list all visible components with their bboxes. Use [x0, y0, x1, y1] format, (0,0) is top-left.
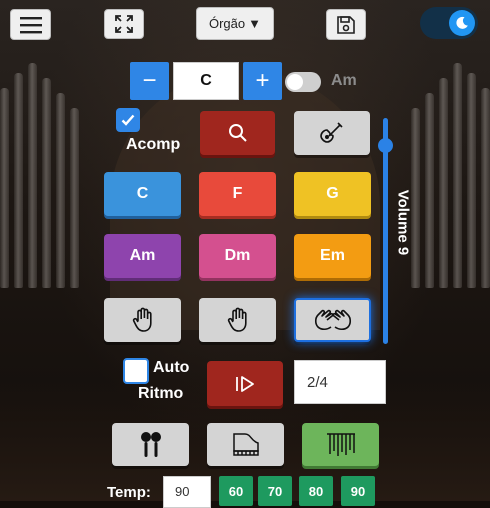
toggle-knob: [449, 10, 475, 36]
microphones-icon: [140, 431, 161, 457]
instrument-dropdown[interactable]: Órgão ▼: [196, 7, 274, 40]
save-button[interactable]: [326, 9, 366, 40]
organ-pipes-left: [0, 58, 79, 288]
chord-am-label: Am: [129, 247, 156, 264]
hand-left-button[interactable]: [104, 298, 181, 342]
microphone-button[interactable]: [112, 423, 189, 466]
save-icon: [337, 15, 355, 34]
chord-c-label: C: [136, 185, 149, 202]
piano-button[interactable]: [207, 423, 284, 466]
search-icon: [228, 124, 247, 142]
tempo-label: Temp:: [107, 484, 151, 501]
key-up-button[interactable]: +: [243, 62, 282, 100]
chord-c-button[interactable]: C: [104, 172, 181, 216]
plus-icon: +: [255, 67, 270, 94]
auto-rhythm-checkbox[interactable]: [123, 358, 149, 384]
chord-f-button[interactable]: F: [199, 172, 276, 216]
hand-icon: [227, 307, 247, 332]
tempo-80-button[interactable]: 80: [299, 476, 333, 506]
menu-icon: [19, 16, 42, 33]
rhythm-label: Ritmo: [138, 385, 184, 402]
tempo-70-button[interactable]: 70: [258, 476, 292, 506]
minus-icon: −: [142, 67, 157, 94]
auto-label: Auto: [153, 359, 190, 376]
chord-dm-label: Dm: [224, 247, 251, 264]
hand-right-button[interactable]: [199, 298, 276, 342]
fullscreen-button[interactable]: [104, 9, 144, 39]
search-button[interactable]: [200, 111, 275, 155]
key-field[interactable]: C: [173, 62, 239, 100]
volume-label: Volume 9: [394, 189, 412, 256]
chord-g-button[interactable]: G: [294, 172, 371, 216]
volume-slider-thumb[interactable]: [378, 138, 393, 153]
minor-label: Am: [331, 72, 357, 89]
hand-icon: [132, 307, 152, 332]
key-down-button[interactable]: −: [130, 62, 169, 100]
tempo-preset-label: 80: [308, 483, 324, 499]
tempo-90-button[interactable]: 90: [341, 476, 375, 506]
tempo-preset-label: 70: [267, 483, 283, 499]
clapping-hands-icon: [314, 309, 351, 331]
play-icon: [236, 375, 254, 392]
menu-button[interactable]: [10, 9, 51, 40]
clap-button[interactable]: [294, 298, 371, 342]
tempo-60-button[interactable]: 60: [219, 476, 253, 506]
time-signature-field[interactable]: 2/4: [294, 360, 386, 404]
accomp-checkbox[interactable]: [116, 108, 140, 132]
switch-knob: [287, 74, 303, 90]
chord-em-button[interactable]: Em: [294, 234, 371, 278]
chimes-button[interactable]: [302, 423, 379, 466]
violin-icon: [320, 122, 343, 143]
violin-button[interactable]: [294, 111, 370, 155]
tempo-field[interactable]: 90: [163, 476, 211, 508]
fullscreen-icon: [115, 15, 133, 33]
accomp-label: Acomp: [126, 136, 181, 153]
moon-icon: [456, 16, 468, 29]
chord-am-button[interactable]: Am: [104, 234, 181, 278]
wind-chimes-icon: [326, 432, 355, 456]
chord-em-label: Em: [320, 247, 345, 264]
tempo-preset-label: 60: [228, 483, 244, 499]
chevron-down-icon: ▼: [248, 16, 261, 31]
key-value: C: [200, 72, 212, 89]
time-signature-value: 2/4: [307, 374, 328, 391]
chord-g-label: G: [326, 185, 339, 202]
tempo-value: 90: [175, 484, 190, 499]
chord-dm-button[interactable]: Dm: [199, 234, 276, 278]
chord-f-label: F: [232, 185, 243, 202]
dark-mode-toggle[interactable]: [420, 7, 478, 39]
minor-toggle[interactable]: [285, 72, 321, 92]
tempo-preset-label: 90: [350, 483, 366, 499]
play-rhythm-button[interactable]: [207, 361, 283, 406]
organ-pipes-right: [411, 58, 490, 288]
check-icon: [121, 114, 135, 126]
grand-piano-icon: [232, 432, 259, 456]
instrument-label: Órgão: [208, 16, 246, 31]
